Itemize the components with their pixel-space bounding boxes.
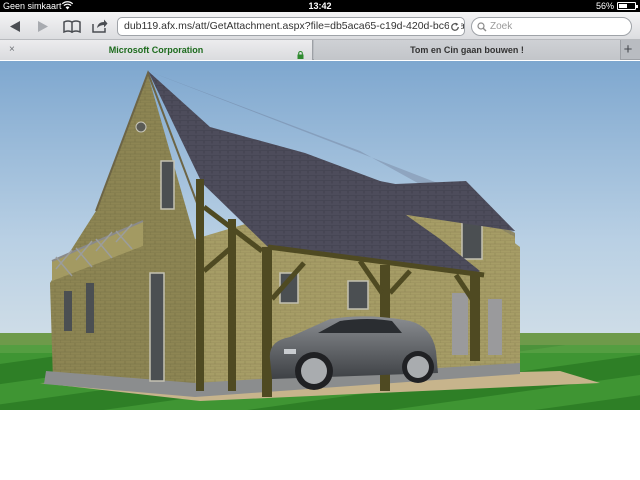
forward-arrow-icon[interactable] [33, 17, 53, 35]
status-bar: Geen simkaart 13:42 56% [0, 0, 640, 12]
search-placeholder: Zoek [490, 21, 513, 32]
bookmarks-icon[interactable] [60, 17, 84, 35]
battery-fill [619, 4, 627, 8]
battery-percent: 56% [595, 1, 614, 11]
browser-toolbar: dub119.afx.ms/att/GetAttachment.aspx?fil… [0, 12, 640, 40]
battery-icon [617, 2, 638, 10]
tab-label: Microsoft Corporation [108, 45, 204, 55]
tab-label: Tom en Cin gaan bouwen ! [410, 45, 524, 55]
search-icon [477, 21, 487, 38]
back-arrow-icon[interactable] [5, 17, 25, 35]
page-viewport [0, 61, 640, 480]
clock: 13:42 [308, 1, 332, 11]
share-icon[interactable] [88, 17, 110, 35]
new-tab-button[interactable]: + [620, 40, 636, 60]
search-input[interactable]: Zoek [471, 17, 632, 36]
tab-bar: × Microsoft Corporation Tom en Cin gaan … [0, 40, 640, 60]
close-tab-button[interactable]: × [9, 40, 15, 60]
tab-microsoft-corporation[interactable]: × Microsoft Corporation [0, 40, 313, 60]
url-text: dub119.afx.ms/att/GetAttachment.aspx?fil… [124, 20, 465, 32]
house-render-image [0, 61, 640, 410]
reload-icon[interactable] [449, 18, 461, 35]
address-bar[interactable]: dub119.afx.ms/att/GetAttachment.aspx?fil… [117, 17, 465, 36]
tab-tom-en-cin[interactable]: Tom en Cin gaan bouwen ! [314, 40, 621, 60]
